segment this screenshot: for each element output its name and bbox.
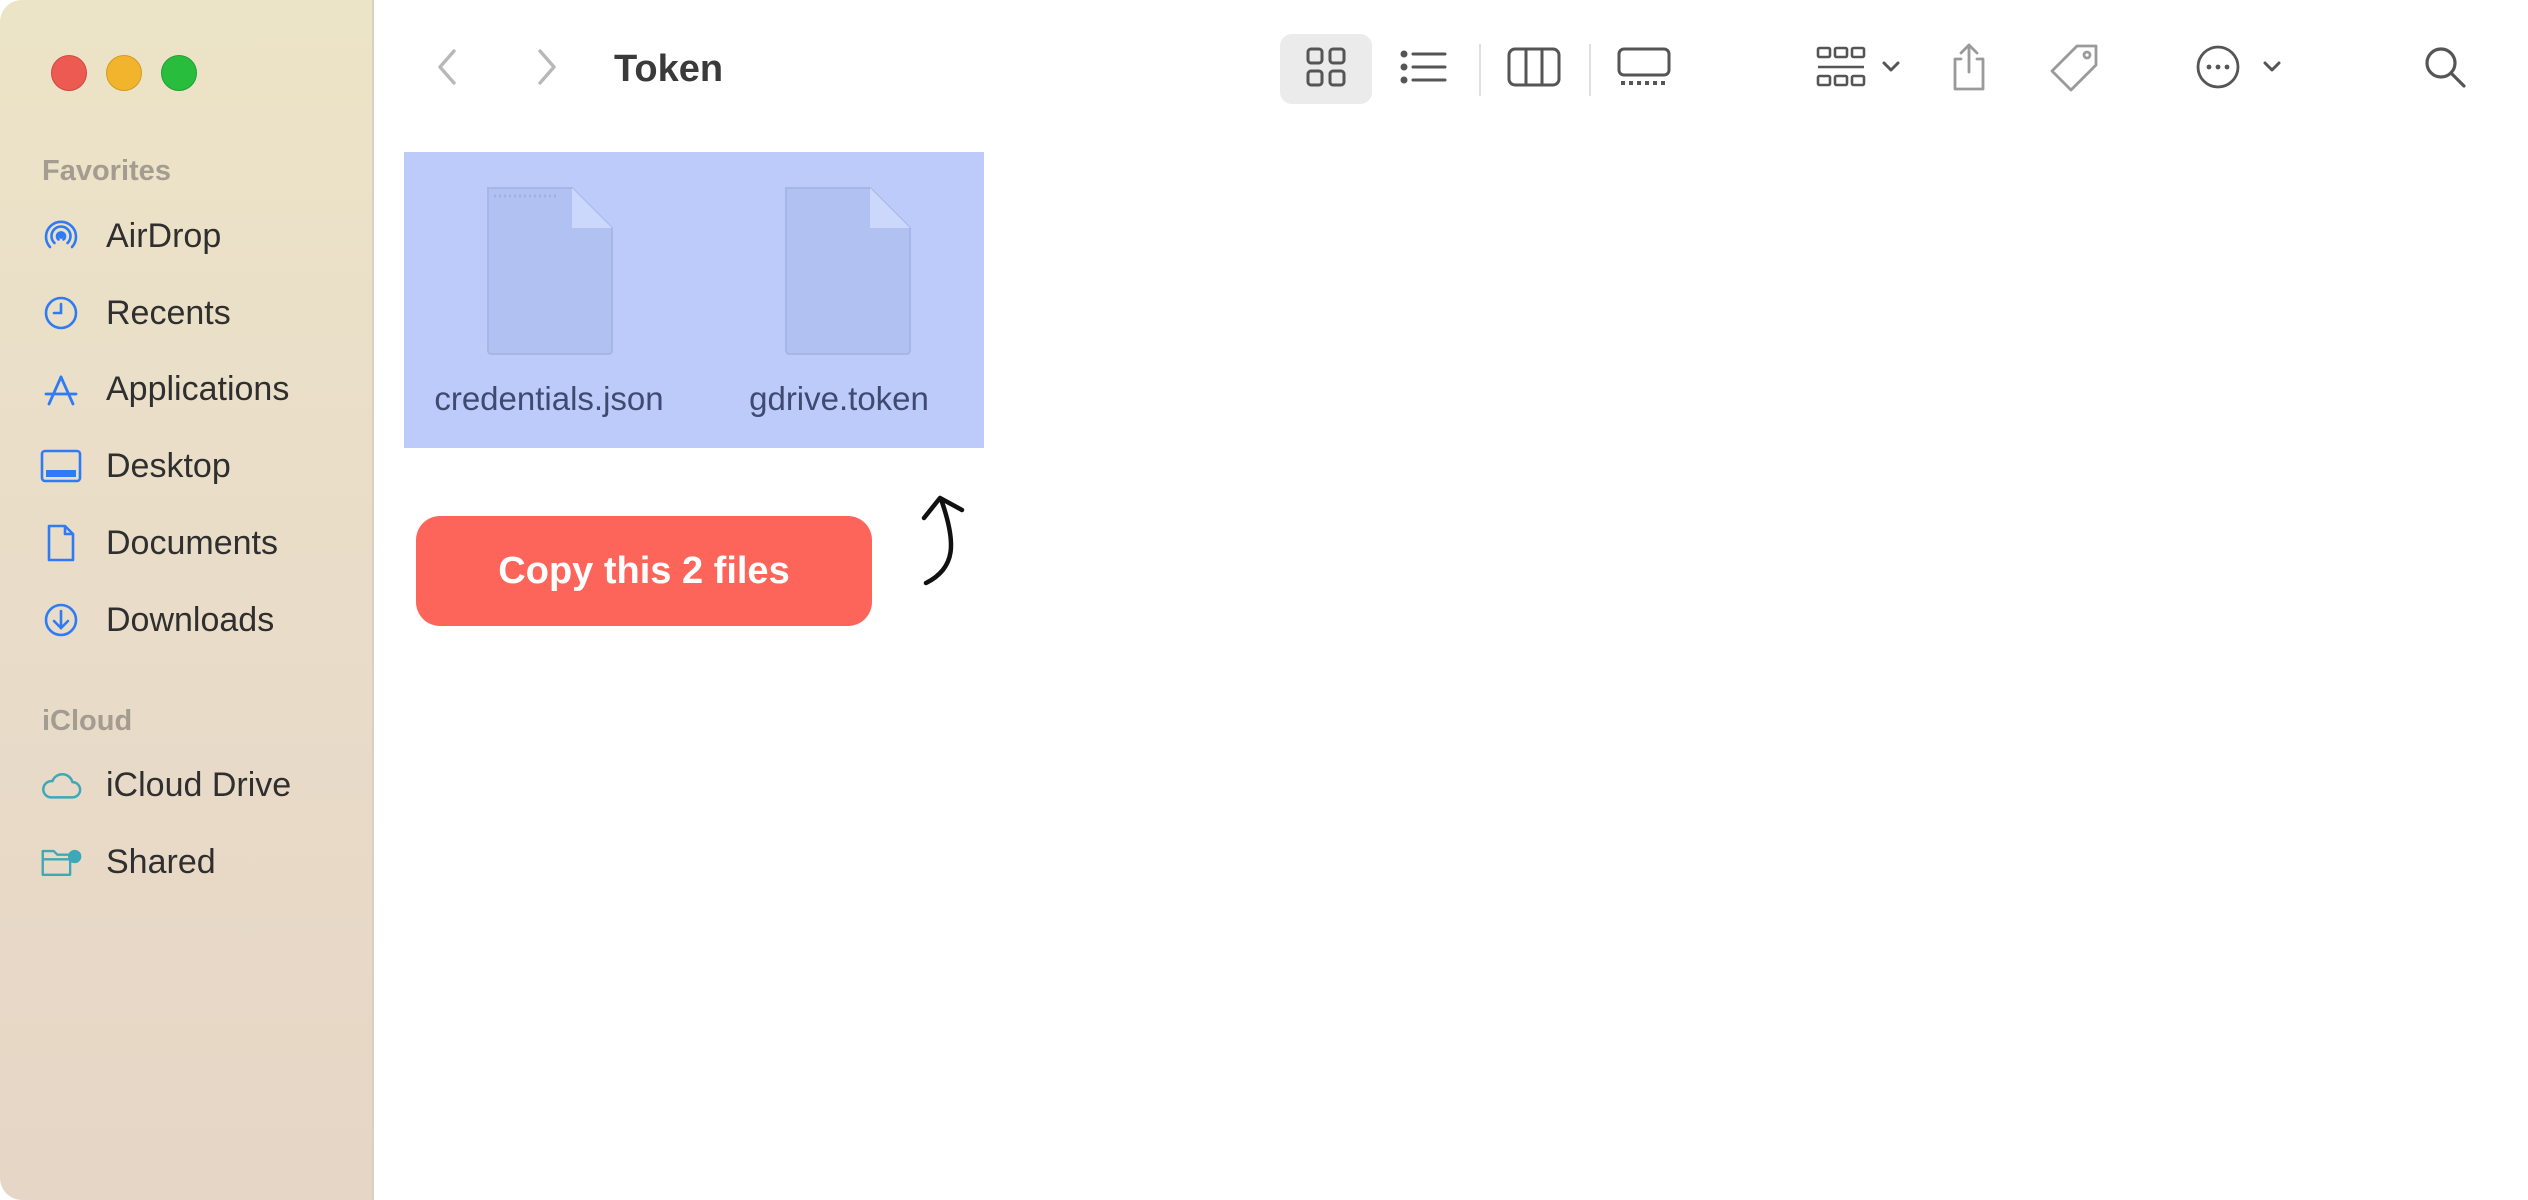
icon-view-button[interactable] <box>1280 34 1372 104</box>
sidebar-item-documents[interactable]: Documents <box>40 515 360 571</box>
forward-icon <box>536 47 558 92</box>
sidebar: Favorites AirDrop Recents Applications D… <box>0 0 374 1200</box>
icloud-section-title: iCloud <box>42 705 133 737</box>
forward-button[interactable] <box>522 44 572 94</box>
minimize-window-button[interactable] <box>106 55 142 91</box>
column-view-button[interactable] <box>1494 34 1574 104</box>
more-actions-button[interactable] <box>2188 34 2298 104</box>
sidebar-item-label: AirDrop <box>106 216 222 255</box>
tag-icon <box>2050 42 2100 97</box>
file-icon <box>782 184 914 361</box>
document-icon <box>40 522 82 564</box>
sidebar-item-recents[interactable]: Recents <box>40 285 360 341</box>
group-button[interactable] <box>1810 34 1920 104</box>
sidebar-item-desktop[interactable]: Desktop <box>40 438 360 494</box>
sidebar-item-label: Downloads <box>106 600 275 639</box>
column-view-icon <box>1507 46 1561 93</box>
file-icon <box>484 184 616 361</box>
favorites-section-title: Favorites <box>42 155 171 187</box>
back-icon <box>436 47 458 92</box>
share-button[interactable] <box>1934 34 2004 104</box>
group-icon <box>1815 45 1915 94</box>
gallery-view-button[interactable] <box>1599 34 1689 104</box>
share-icon <box>1948 42 1990 97</box>
file-item[interactable]: credentials.json <box>404 152 694 448</box>
file-selection: credentials.json gdrive.token <box>404 152 984 448</box>
more-icon <box>2195 44 2291 95</box>
window-title: Token <box>614 48 724 90</box>
close-window-button[interactable] <box>51 55 87 91</box>
airdrop-icon <box>40 215 82 257</box>
applications-icon <box>40 368 82 410</box>
download-icon <box>40 599 82 641</box>
sidebar-item-applications[interactable]: Applications <box>40 361 360 417</box>
file-name: credentials.json <box>434 380 664 417</box>
sidebar-item-label: Shared <box>106 842 216 881</box>
sidebar-item-label: Recents <box>106 293 231 332</box>
back-button[interactable] <box>422 44 472 94</box>
sidebar-item-label: Documents <box>106 523 278 562</box>
sidebar-item-shared[interactable]: Shared <box>40 834 360 890</box>
sidebar-item-downloads[interactable]: Downloads <box>40 592 360 648</box>
main-content: Token credentials.json gdrive.token Copy… <box>374 0 2528 1200</box>
finder-window: Favorites AirDrop Recents Applications D… <box>0 0 2528 1200</box>
file-name: gdrive.token <box>749 380 929 417</box>
list-view-icon <box>1400 49 1448 90</box>
shared-folder-icon <box>40 841 82 883</box>
cloud-icon <box>40 764 82 806</box>
sidebar-item-label: iCloud Drive <box>106 765 292 804</box>
gallery-view-icon <box>1617 46 1671 93</box>
sidebar-item-label: Applications <box>106 369 290 408</box>
file-item[interactable]: gdrive.token <box>694 152 984 448</box>
desktop-icon <box>40 445 82 487</box>
icon-view-icon <box>1305 46 1347 93</box>
sidebar-item-airdrop[interactable]: AirDrop <box>40 208 360 264</box>
annotation-callout: Copy this 2 files <box>416 516 872 626</box>
search-icon <box>2422 44 2468 95</box>
list-view-button[interactable] <box>1384 34 1464 104</box>
search-button[interactable] <box>2410 34 2480 104</box>
toolbar-divider <box>1479 44 1481 96</box>
clock-icon <box>40 292 82 334</box>
toolbar-divider <box>1589 44 1591 96</box>
zoom-window-button[interactable] <box>161 55 197 91</box>
tag-button[interactable] <box>2040 34 2110 104</box>
sidebar-item-icloud-drive[interactable]: iCloud Drive <box>40 757 360 813</box>
curved-arrow-icon <box>916 488 976 593</box>
sidebar-item-label: Desktop <box>106 446 231 485</box>
